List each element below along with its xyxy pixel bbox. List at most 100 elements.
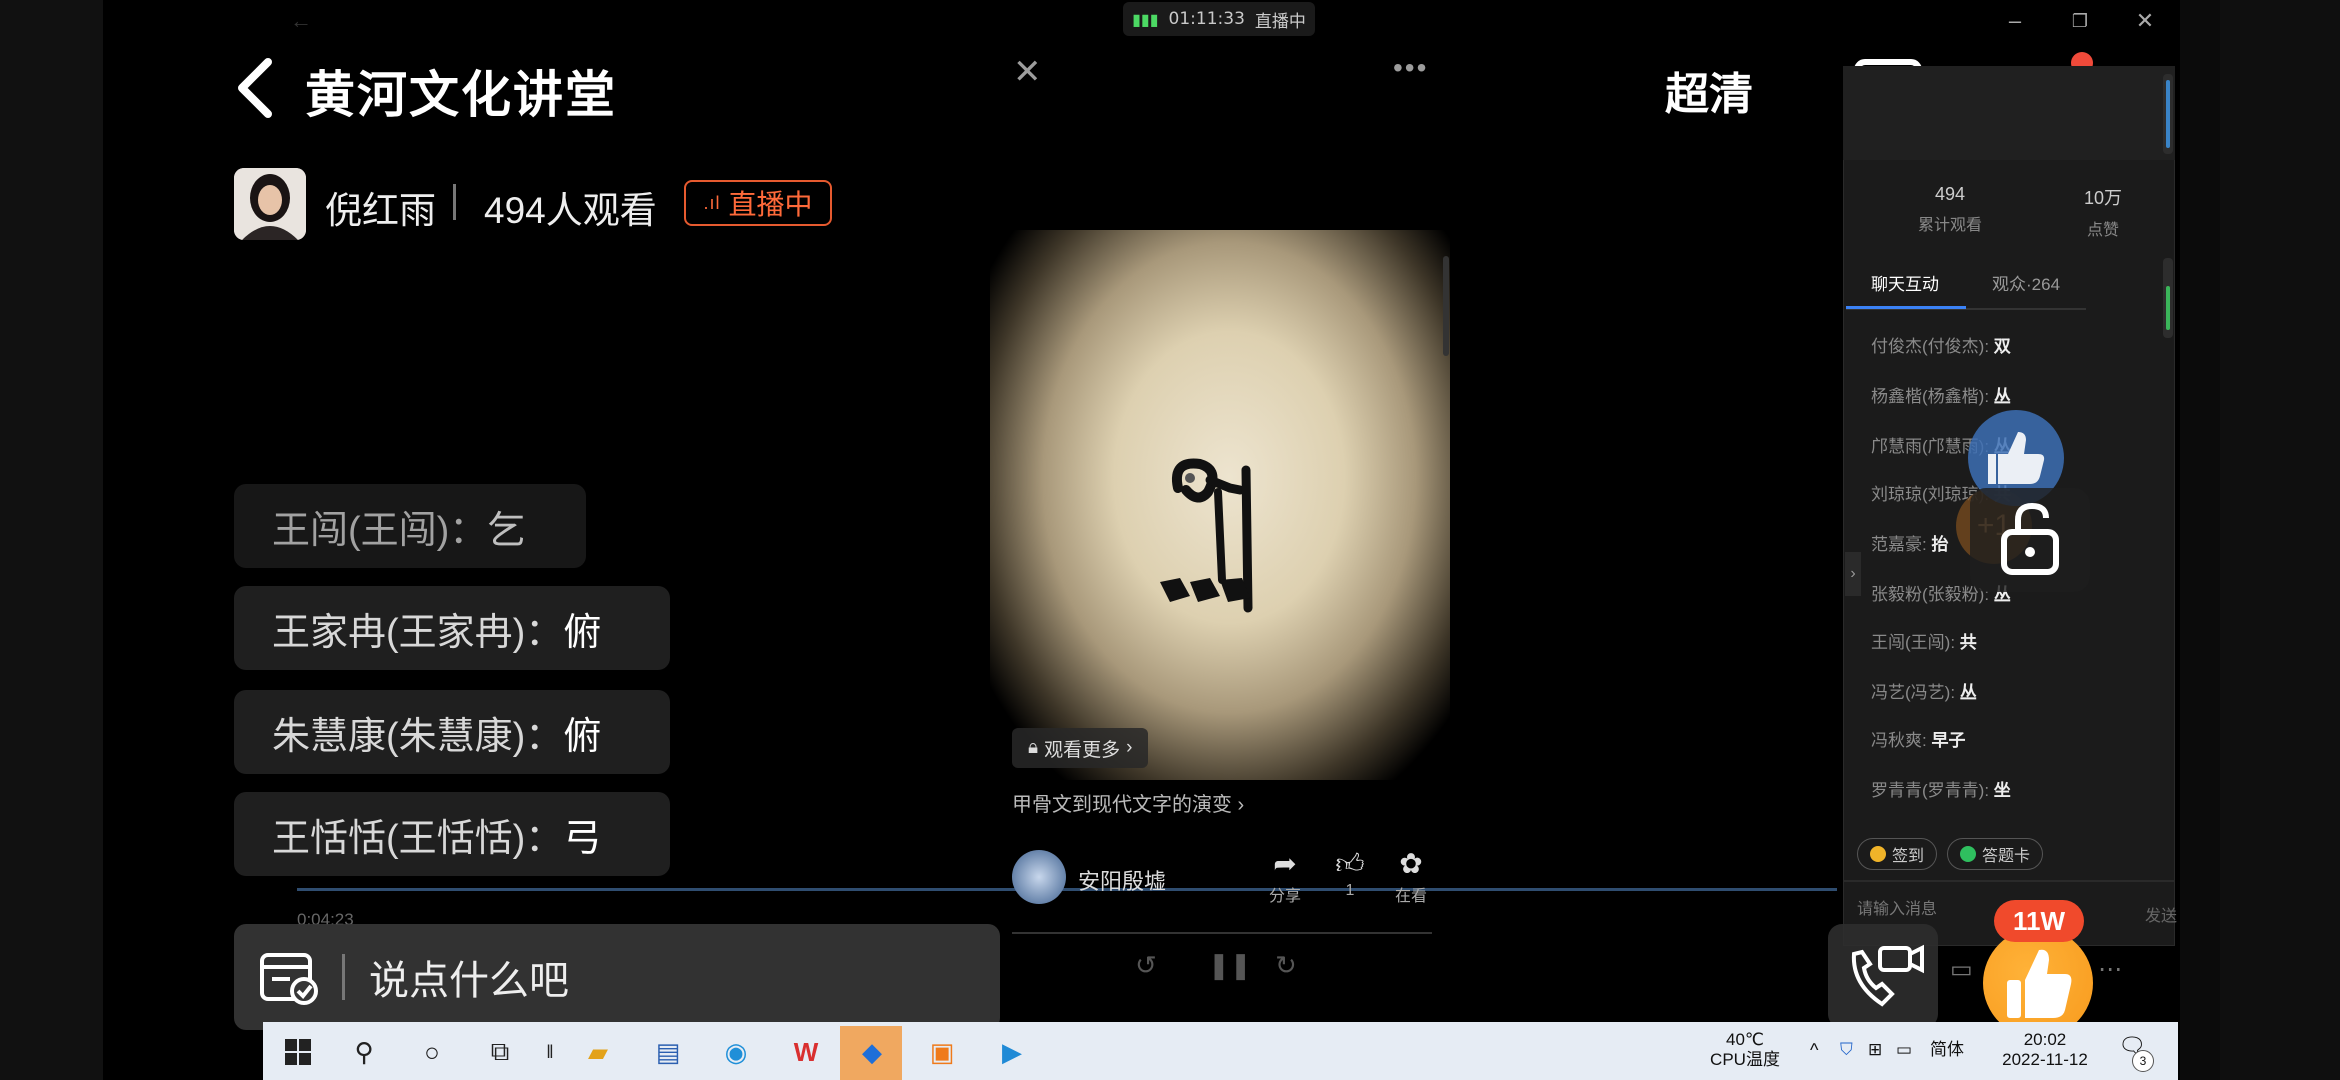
share-action[interactable]: ➦ 分享 (1255, 846, 1315, 906)
chat-message: 付俊杰(付俊杰): 双 (1871, 332, 2011, 357)
tray-chevron-icon[interactable]: ^ (1810, 1040, 1818, 1060)
quiz-card-button[interactable]: 答题卡 (1947, 838, 2044, 870)
live-badge: .ıl 直播中 (684, 180, 832, 226)
more-dots-icon[interactable]: ••• (1393, 52, 1428, 84)
edge-browser-icon[interactable]: ◉ (716, 1032, 756, 1072)
share-label: 分享 (1268, 888, 1301, 905)
tab-chat[interactable]: 聊天互动 (1871, 270, 1939, 295)
defender-icon[interactable]: ⛉ (1840, 1040, 1853, 1060)
divider (1012, 932, 1432, 934)
send-button[interactable]: 发送 (2145, 902, 2177, 926)
remote-live-time: 01:11:33 (1168, 9, 1245, 29)
signin-button[interactable]: 签到 (1857, 838, 1938, 870)
right-edge-strip (2220, 0, 2340, 1080)
clock-time: 20:02 (2023, 1030, 2067, 1049)
live-bars-icon: .ıl (703, 192, 721, 213)
network-icon[interactable]: ▭ (1896, 1040, 1912, 1060)
divider (342, 954, 345, 1000)
cpu-temp-value: 40℃ (1725, 1030, 1764, 1049)
chat-bubble: 王闯(王闯)：乞 (234, 484, 586, 568)
left-letterbox (0, 0, 103, 1080)
divider (453, 184, 456, 220)
video-scroll-indicator (1443, 256, 1449, 356)
clock[interactable]: 20:02 2022-11-12 (1995, 1030, 2095, 1070)
app-player-icon[interactable]: ▣ (922, 1032, 962, 1072)
chat-text: 抬 (1931, 535, 1949, 554)
chat-user: 杨鑫楷(杨鑫楷): (1871, 387, 1990, 406)
minimize-icon[interactable]: – (1995, 6, 2035, 36)
notes-icon (260, 953, 318, 1005)
video-progress[interactable] (297, 888, 1837, 891)
back-button[interactable] (228, 52, 288, 132)
stat-total-views: 494 累计观看 (1900, 184, 2000, 235)
chat-user: 付俊杰(付俊杰): (1871, 337, 1990, 356)
quality-button[interactable]: 超清 (1665, 58, 1753, 122)
panel-collapse-button[interactable]: › (1845, 552, 1861, 596)
chat-user: 范嘉豪: (1871, 535, 1927, 554)
remote-live-state: 直播中 (1254, 11, 1306, 32)
bubble-user: 朱慧康(朱慧康)： (272, 715, 564, 758)
channel-avatar[interactable] (1012, 850, 1066, 904)
phone-video-icon (1851, 944, 1924, 1007)
video-caption-link[interactable]: 甲骨文到现代文字的演变 › (1012, 788, 1244, 817)
chat-bubble: 朱慧康(朱慧康)：俯 (234, 690, 670, 774)
close-icon[interactable]: ✕ (1013, 52, 1042, 92)
comment-input-bar[interactable]: 说点什么吧 (234, 924, 1000, 1030)
task-view-icon[interactable]: ⧉ (480, 1032, 520, 1072)
panel-message-input[interactable]: 请输入消息 (1857, 895, 1937, 919)
chat-message: 杨鑫楷(杨鑫楷): 丛 (1871, 382, 2011, 407)
forward-icon[interactable]: ↻ (1275, 950, 1297, 981)
ime-indicator[interactable]: 简体 (1930, 1040, 1964, 1060)
chat-text: 早子 (1931, 731, 1966, 750)
comment-placeholder[interactable]: 说点什么吧 (369, 948, 569, 1006)
watching-action[interactable]: ✿ 在看 (1381, 846, 1441, 906)
usb-icon[interactable]: ⊞ (1868, 1040, 1882, 1060)
close-window-icon[interactable]: ✕ (2125, 6, 2165, 36)
file-explorer-icon[interactable]: ▰ (578, 1032, 618, 1072)
scrollbar-thumb[interactable] (2166, 80, 2170, 148)
windows-start-icon[interactable] (278, 1032, 318, 1072)
search-icon[interactable]: ⚲ (344, 1032, 384, 1072)
signin-label: 签到 (1892, 848, 1925, 865)
cortana-icon[interactable]: ○ (412, 1032, 452, 1072)
viewer-count: 494人观看 (484, 190, 657, 231)
notification-count: 3 (2132, 1050, 2154, 1072)
bubble-user: 王闯(王闯)： (272, 509, 488, 552)
restore-icon[interactable]: ❐ (2060, 6, 2100, 36)
app-video-icon[interactable]: ◆ (852, 1032, 892, 1072)
page-title: 黄河文化讲堂 (305, 67, 617, 123)
wps-icon[interactable]: W (786, 1032, 826, 1072)
unlock-icon (2001, 502, 2059, 575)
rewind-icon[interactable]: ↺ (1135, 950, 1157, 981)
stat-label: 累计观看 (1917, 217, 1982, 234)
bubble-message: 俯 (563, 715, 602, 758)
signal-icon: ▮▮▮ (1132, 9, 1159, 29)
like-action[interactable]: 👍︎ 1 (1320, 846, 1380, 900)
anchor-name: 倪红雨 (325, 190, 436, 231)
chat-text: 丛 (1993, 387, 2011, 406)
watch-more-link[interactable]: 🔒︎ 观看更多 › (1012, 728, 1149, 768)
stat-likes: 10万 点赞 (2053, 184, 2153, 240)
channel-name[interactable]: 安阳殷墟 (1078, 864, 1166, 896)
word-icon[interactable]: ▤ (648, 1032, 688, 1072)
chevron-right-icon: › (1126, 737, 1133, 758)
chat-message: 冯秋爽: 早子 (1871, 726, 1965, 751)
stat-label: 点赞 (2086, 222, 2119, 239)
chat-bubble: 王恬恬(王恬恬)：弓 (234, 792, 670, 876)
tab-audience[interactable]: 观众·264 (1992, 270, 2060, 295)
taskbar-divider-icon: ‖ (546, 1041, 554, 1062)
bubble-message: 俯 (563, 611, 602, 654)
video-caption-label: 甲骨文到现代文字的演变 (1012, 794, 1232, 816)
anchor-avatar[interactable] (234, 168, 306, 240)
like-count: 1 (1345, 882, 1355, 899)
pause-icon[interactable]: ❚❚ (1208, 950, 1252, 981)
call-button[interactable] (1828, 924, 1938, 1028)
cpu-temp-label: CPU温度 (1710, 1050, 1780, 1069)
screen-lock-button[interactable] (1970, 488, 2090, 592)
app-media-icon[interactable]: ▶ (992, 1032, 1032, 1072)
tab-active-indicator (1846, 306, 1966, 309)
clock-date: 2022-11-12 (2002, 1050, 2088, 1069)
stat-value: 494 (1934, 184, 1966, 204)
scrollbar-thumb[interactable] (2166, 286, 2170, 330)
bubble-user: 王家冉(王家冉)： (272, 611, 564, 654)
